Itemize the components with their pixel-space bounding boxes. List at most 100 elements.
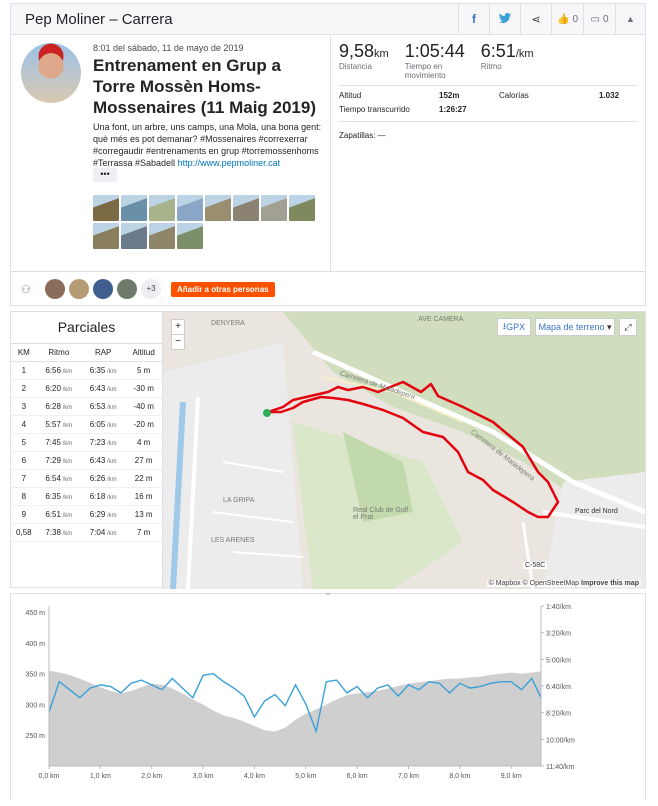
table-cell: 6: [11, 451, 37, 470]
table-cell: 5: [11, 433, 37, 452]
distance-label: Distancia: [339, 62, 372, 71]
splits-column-header: KM: [11, 344, 37, 362]
route-map[interactable]: DENYERA Carretera de Matadepera Carreter…: [163, 312, 645, 589]
page-title: Pep Moliner – Carrera: [25, 10, 173, 28]
chart-canvas: 450 m 400 m 350 m 300 m 250 m 1:40/km 3:20/km 5…: [26, 604, 575, 780]
athlete-avatar[interactable]: [117, 279, 137, 299]
table-row[interactable]: 2 6:20 /km 6:43 /km -30 m: [11, 379, 162, 398]
activity-details: 8:01 del sábado, 11 de mayo de 2019 Entr…: [11, 35, 329, 271]
y-tick-label: 450 m: [26, 610, 46, 617]
map-label: LES ARENES: [211, 537, 255, 544]
activity-summary: 8:01 del sábado, 11 de mayo de 2019 Entr…: [10, 34, 646, 306]
table-row[interactable]: 5 7:45 /km 7:23 /km 4 m: [11, 433, 162, 452]
activity-photo[interactable]: [205, 195, 231, 221]
expand-icon: ⤢: [624, 321, 632, 332]
more-athletes-button[interactable]: +3: [141, 279, 161, 299]
activity-photo[interactable]: [149, 223, 175, 249]
table-row[interactable]: 8 6:35 /km 6:18 /km 16 m: [11, 487, 162, 506]
activity-description: Una font, un arbre, uns camps, una Mola,…: [93, 121, 323, 169]
y-tick-label: 300 m: [26, 702, 46, 709]
website-link[interactable]: http://www.pepmoliner.cat: [178, 158, 281, 168]
stat-pace: 6:51/km Ritmo: [481, 41, 534, 80]
pace-unit: /km: [515, 48, 534, 60]
twitter-share-button[interactable]: [489, 3, 520, 35]
x-tick-label: 0,0 km: [38, 773, 59, 780]
gpx-label: GPX: [506, 322, 526, 332]
distance-unit: km: [374, 48, 389, 60]
table-cell: 7:45 /km: [36, 433, 81, 452]
activity-stats: 9,58km Distancia 1:05:44 Tiempo en movim…: [330, 35, 646, 271]
y2-tick-label: 11:40/km: [546, 764, 574, 771]
activity-photo[interactable]: [149, 195, 175, 221]
activity-photo[interactable]: [233, 195, 259, 221]
share-button[interactable]: ⋖: [520, 3, 551, 35]
map-canvas: [163, 312, 645, 589]
facebook-share-button[interactable]: f: [458, 3, 489, 35]
athlete-avatar[interactable]: [45, 279, 65, 299]
table-cell: 6:43 /km: [81, 451, 126, 470]
splits-column-header: Ritmo: [36, 344, 81, 362]
add-others-button[interactable]: Añadir a otras personas: [171, 281, 275, 297]
elapsed-value: 1:26:27: [439, 105, 467, 114]
activity-photo[interactable]: [93, 223, 119, 249]
resize-handle[interactable]: ═: [326, 592, 330, 598]
activity-photo[interactable]: [289, 195, 315, 221]
activity-photo[interactable]: [93, 195, 119, 221]
moving-time-value: 1:05:44: [404, 41, 465, 61]
activity-photo[interactable]: [177, 223, 203, 249]
y2-tick-label: 8:20/km: [546, 711, 571, 718]
chevron-up-icon: ▲: [626, 14, 635, 24]
elevation-pace-chart[interactable]: ═ 450 m 400 m 350 m 300 m 250 m 1:40/km 3:20/k…: [10, 592, 646, 800]
group-activity: ⚇ +3 Añadir a otras personas: [21, 279, 275, 299]
table-cell: 1: [11, 361, 37, 380]
map-label: Parc del Nord: [575, 508, 618, 515]
y2-tick-label: 10:00/km: [546, 737, 575, 744]
gpx-button[interactable]: ⭳ GPX: [497, 318, 531, 336]
activity-photo[interactable]: [261, 195, 287, 221]
activity-photo[interactable]: [121, 195, 147, 221]
table-cell: 7:38 /km: [36, 523, 81, 542]
athlete-avatar[interactable]: [69, 279, 89, 299]
table-row[interactable]: 3 6:28 /km 6:53 /km -40 m: [11, 397, 162, 416]
table-cell: 6:54 /km: [36, 469, 81, 488]
y-tick-label: 350 m: [26, 672, 46, 679]
improve-map-link[interactable]: Improve this map: [581, 580, 639, 587]
table-cell: 8: [11, 487, 37, 506]
table-cell: 16 m: [125, 487, 162, 506]
zoom-in-button[interactable]: +: [172, 320, 184, 335]
x-tick-label: 8,0 km: [449, 773, 470, 780]
table-row[interactable]: 0,58 7:38 /km 7:04 /km 7 m: [11, 523, 162, 542]
avatar[interactable]: [21, 43, 81, 103]
zoom-out-button[interactable]: −: [172, 335, 184, 349]
x-tick-label: 6,0 km: [347, 773, 368, 780]
y-tick-label: 250 m: [26, 733, 46, 740]
y2-tick-label: 1:40/km: [546, 604, 571, 611]
x-tick-label: 2,0 km: [141, 773, 162, 780]
x-tick-label: 1,0 km: [90, 773, 111, 780]
table-cell: 7:23 /km: [81, 433, 126, 452]
table-row[interactable]: 9 6:51 /km 6:29 /km 13 m: [11, 505, 162, 524]
zoom-control: + −: [171, 319, 185, 350]
activity-title: Entrenament en Grup a Torre Mossèn Homs-…: [93, 56, 317, 117]
table-row[interactable]: 7 6:54 /km 6:26 /km 22 m: [11, 469, 162, 488]
x-tick-label: 3,0 km: [193, 773, 214, 780]
fullscreen-button[interactable]: ⤢: [619, 318, 637, 336]
x-tick-label: 4,0 km: [244, 773, 265, 780]
comments-button[interactable]: ▭ 0: [583, 3, 615, 35]
table-cell: 4: [11, 415, 37, 434]
athlete-avatar[interactable]: [93, 279, 113, 299]
kudos-button[interactable]: 👍 0: [551, 3, 583, 35]
collapse-button[interactable]: ▲: [615, 3, 645, 35]
table-cell: 3: [11, 397, 37, 416]
activity-photo[interactable]: [177, 195, 203, 221]
more-button[interactable]: •••: [93, 168, 117, 182]
activity-photo[interactable]: [121, 223, 147, 249]
table-row[interactable]: 4 5:57 /km 6:05 /km -20 m: [11, 415, 162, 434]
table-row[interactable]: 1 6:56 /km 6:35 /km 5 m: [11, 361, 162, 380]
y-tick-label: 400 m: [26, 641, 46, 648]
table-cell: 13 m: [125, 505, 162, 524]
map-type-select[interactable]: Mapa de terreno ▾: [535, 318, 615, 336]
table-cell: 6:56 /km: [36, 361, 81, 380]
table-row[interactable]: 6 7:29 /km 6:43 /km 27 m: [11, 451, 162, 470]
distance-value: 9,58: [339, 41, 375, 61]
